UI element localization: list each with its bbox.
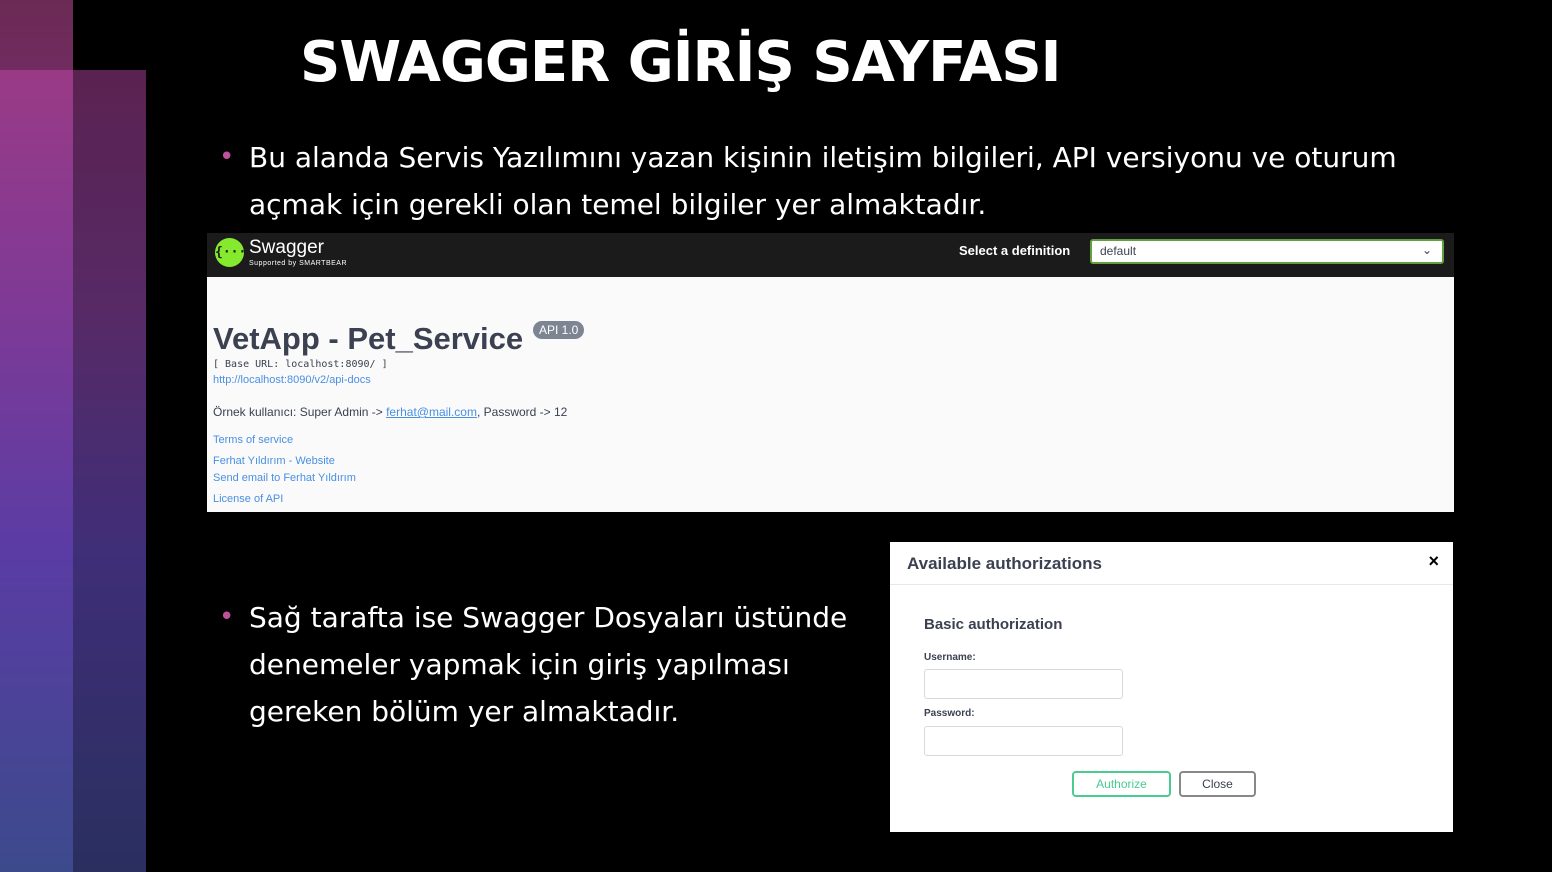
authorize-button[interactable]: Authorize (1072, 771, 1171, 797)
definition-select[interactable]: default ⌄ (1090, 239, 1444, 264)
website-link[interactable]: Ferhat Yıldırım - Website (213, 455, 335, 467)
license-link[interactable]: License of API (213, 493, 283, 505)
username-label: Username: (924, 652, 976, 663)
swagger-brand-sub: Supported by SMARTBEAR (249, 260, 348, 267)
contact-email-link[interactable]: Send email to Ferhat Yıldırım (213, 472, 356, 484)
auth-section-title: Basic authorization (924, 616, 1063, 633)
close-icon[interactable]: × (1428, 551, 1439, 572)
api-title: VetApp - Pet_Service (213, 321, 524, 356)
username-field[interactable] (924, 669, 1123, 699)
bullet-2: • Sağ tarafta ise Swagger Dosyaları üstü… (219, 594, 869, 735)
swagger-topbar: {···} Swagger Supported by SMARTBEAR Sel… (207, 233, 1454, 277)
api-version-badge: API 1.0 (533, 321, 585, 339)
email-link[interactable]: ferhat@mail.com (386, 405, 477, 419)
auth-modal-title: Available authorizations (907, 554, 1102, 573)
description-suffix: , Password -> 12 (476, 405, 568, 419)
slide-title: SWAGGER GİRİŞ SAYFASI (300, 30, 1062, 95)
api-docs-link[interactable]: http://localhost:8090/v2/api-docs (213, 374, 371, 386)
decorative-bar-inner (73, 70, 146, 872)
description-prefix: Örnek kullanıcı: Super Admin -> (213, 405, 387, 419)
bullet-1: • Bu alanda Servis Yazılımını yazan kişi… (219, 134, 1449, 228)
auth-modal-header: Available authorizations × (890, 542, 1453, 585)
chevron-down-icon: ⌄ (1421, 243, 1432, 257)
password-label: Password: (924, 708, 975, 719)
base-url: [ Base URL: localhost:8090/ ] (213, 359, 388, 370)
definition-value: default (1100, 244, 1137, 258)
swagger-brand[interactable]: Swagger (249, 237, 324, 259)
bullet-dot: • (219, 602, 235, 632)
terms-link[interactable]: Terms of service (213, 434, 293, 446)
close-button[interactable]: Close (1179, 771, 1256, 797)
definition-label: Select a definition (959, 243, 1071, 258)
password-field[interactable] (924, 726, 1123, 756)
api-description: Örnek kullanıcı: Super Admin -> ferhat@m… (213, 405, 567, 419)
swagger-screenshot: {···} Swagger Supported by SMARTBEAR Sel… (207, 233, 1454, 512)
auth-modal: Available authorizations × Basic authori… (890, 542, 1453, 832)
decorative-bar-gradient (0, 70, 73, 872)
swagger-logo-icon[interactable]: {···} (215, 238, 254, 267)
bullet-text: Sağ tarafta ise Swagger Dosyaları üstünd… (249, 601, 848, 728)
bullet-dot: • (219, 142, 235, 172)
bullet-text: Bu alanda Servis Yazılımını yazan kişini… (249, 141, 1397, 221)
